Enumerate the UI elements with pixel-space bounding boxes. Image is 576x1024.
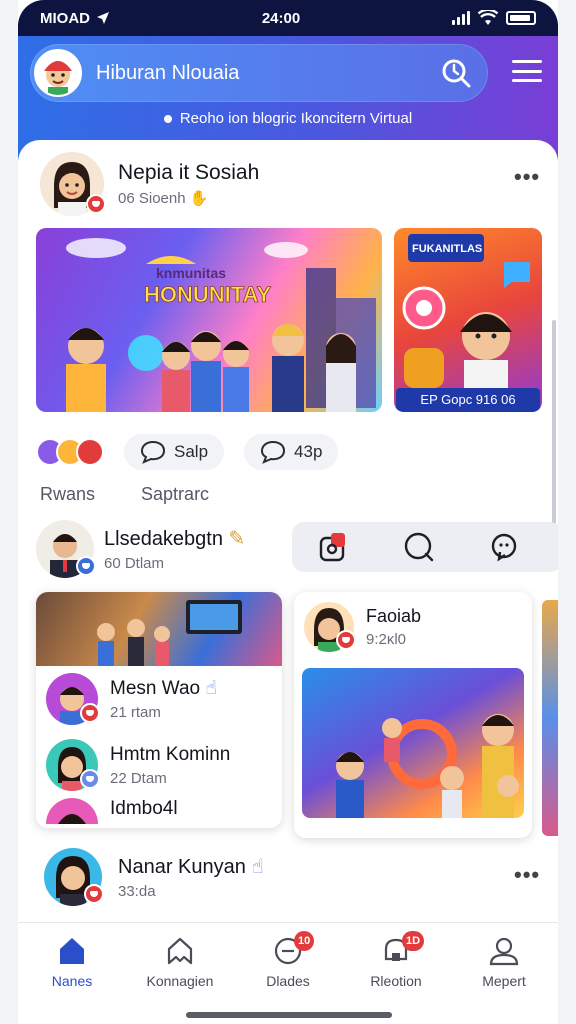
community-icon (167, 937, 193, 965)
carrier-label: MIOAD (40, 9, 90, 27)
author-avatar[interactable] (40, 152, 106, 216)
messages-badge: 10 (294, 931, 315, 951)
gallery-icon[interactable] (317, 530, 351, 564)
story-meta: 60 Dtlam (104, 555, 165, 572)
hamburger-menu-button[interactable] (512, 56, 542, 86)
wifi-icon (478, 10, 498, 25)
tab-notifications[interactable]: 1D Rleotion (346, 931, 446, 989)
friends-list-card[interactable]: Mesn Wao ☝ 21 rtam Hmtm Kominn 22 Dtam Idm… (36, 592, 282, 828)
share-button[interactable]: 43p (244, 434, 339, 470)
svg-text:HONUNITAY: HONUNITAY (144, 282, 271, 307)
post-meta: 06 Sioenh ✋ (118, 190, 209, 207)
chat-icon[interactable] (402, 530, 436, 564)
reaction-bar: Salp 43p (36, 432, 356, 472)
author-avatar[interactable] (44, 848, 104, 906)
feed[interactable]: Nepia it Sosiah 06 Sioenh ✋ ••• knmunita… (18, 140, 558, 926)
list-item-avatar[interactable] (46, 739, 100, 791)
search-icon (442, 59, 471, 88)
link-saptrarc[interactable]: Saptrarc (141, 484, 209, 505)
wave-icon: ☝ (205, 678, 217, 699)
battery-icon (506, 11, 536, 25)
post-image-side[interactable]: FUKANITLAS EP Gopc 916 06 (394, 228, 542, 412)
post-meta: 33:da (118, 883, 156, 900)
time-badge-icon (80, 769, 100, 789)
tab-messages[interactable]: 10 Dlades (238, 931, 338, 989)
list-item-name: Idmbo4l (110, 798, 178, 819)
image-caption: EP Gopc 916 06 (396, 388, 540, 412)
more-options-button[interactable]: ••• (514, 164, 540, 190)
next-card-peek[interactable] (542, 600, 558, 836)
post-author-name[interactable]: Nanar Kunyan ☝ (118, 854, 264, 879)
link-rwans[interactable]: Rwans (40, 484, 95, 505)
heart-badge-icon (86, 194, 106, 214)
list-item-meta: 22 Dtam (110, 769, 167, 787)
pencil-icon: ✎ (228, 528, 246, 550)
quick-action-strip (292, 522, 558, 572)
featured-post-meta: 9:2ĸl0 (366, 631, 407, 648)
heart-badge-icon (336, 630, 356, 650)
featured-author-name[interactable]: Faoiab (366, 606, 421, 627)
featured-author-avatar[interactable] (304, 602, 356, 652)
app-title: Hiburan Nlouaia (96, 61, 240, 84)
bullet-icon (163, 115, 172, 124)
svg-text:knmunitas: knmunitas (156, 265, 226, 281)
search-bar[interactable]: Hiburan Nlouaia (30, 44, 488, 102)
tab-profile[interactable]: Mepert (454, 935, 554, 989)
list-item-avatar[interactable] (46, 798, 98, 824)
tab-home[interactable]: Nanes (22, 935, 122, 989)
story-author-avatar[interactable] (36, 520, 96, 578)
home-icon (60, 938, 84, 964)
wave-icon: ☝ (251, 856, 264, 878)
verified-badge-icon (76, 556, 96, 576)
love-emoji-icon (76, 438, 104, 466)
right-frame (558, 0, 576, 1024)
notifications-badge: 1D (402, 931, 425, 951)
heart-badge-icon (80, 703, 100, 723)
hand-icon: ✋ (189, 190, 209, 207)
left-frame (0, 0, 18, 1024)
cell-signal-icon (452, 11, 470, 25)
home-indicator[interactable] (186, 1012, 392, 1018)
card-banner-image (36, 592, 282, 666)
profile-avatar[interactable] (34, 49, 82, 97)
list-item-name: Mesn Wao ☝ (110, 678, 217, 699)
search-button[interactable] (436, 53, 476, 93)
list-item[interactable]: Mesn Wao ☝ 21 rtam (36, 666, 282, 732)
more-options-button[interactable]: ••• (514, 862, 540, 888)
featured-post-card[interactable]: Faoiab 9:2ĸl0 (294, 592, 532, 838)
post-image-community[interactable]: knmunitas HONUNITAY (36, 228, 382, 412)
svg-text:FUKANITLAS: FUKANITLAS (412, 243, 482, 255)
post-author-name[interactable]: Nepia it Sosiah (118, 161, 259, 185)
list-item-name: Hmtm Kominn (110, 743, 231, 765)
reaction-emoji-stack[interactable] (36, 438, 104, 466)
message-icon[interactable] (487, 530, 521, 564)
story-author[interactable]: Llsedakebgtn ✎ 60 Dtlam (36, 520, 245, 578)
location-arrow-icon (97, 12, 109, 24)
post-header[interactable]: Nanar Kunyan ☝ 33:da (44, 848, 264, 906)
list-item-avatar[interactable] (46, 673, 100, 725)
comment-button[interactable]: Salp (124, 434, 225, 470)
post-header[interactable]: Nepia it Sosiah 06 Sioenh ✋ (40, 152, 259, 216)
list-item-meta: 21 rtam (110, 704, 161, 721)
story-author-name[interactable]: Llsedakebgtn ✎ (104, 526, 245, 551)
post-action-links: Rwans Saptrarc (40, 484, 209, 505)
clock: 24:00 (261, 9, 301, 27)
heart-badge-icon (84, 884, 104, 904)
bottom-tab-bar: Nanes Konnagien 10 Dlades 1D Rleotion Me… (18, 922, 558, 1008)
list-item[interactable]: Hmtm Kominn 22 Dtam (36, 732, 282, 798)
status-bar: MIOAD 24:00 (18, 0, 558, 36)
list-item[interactable]: Idmbo4l (36, 798, 282, 828)
scrollbar[interactable] (552, 320, 556, 530)
tagline: Reoho ion blogric Ikoncitern Virtual (18, 110, 558, 127)
share-bubble-icon (261, 440, 286, 464)
comment-bubble-icon (140, 440, 166, 464)
user-icon (489, 937, 519, 966)
tab-community[interactable]: Konnagien (130, 935, 230, 989)
featured-post-image[interactable] (302, 668, 524, 818)
